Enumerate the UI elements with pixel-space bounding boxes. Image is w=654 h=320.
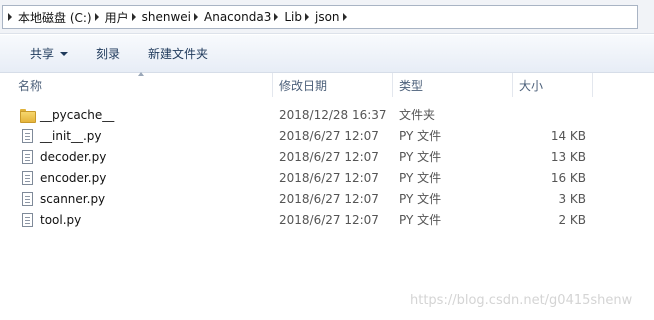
file-name: decoder.py [40,149,107,164]
file-date: 2018/6/27 12:07 [279,170,379,185]
file-name: encoder.py [40,170,107,185]
folder-icon [20,108,36,123]
file-size: 16 KB [550,170,586,185]
sort-ascending-icon [138,72,144,76]
file-name-cell: tool.py [0,212,273,227]
file-size: 14 KB [550,128,586,143]
file-name: tool.py [40,212,82,227]
file-row[interactable]: decoder.py 2018/6/27 12:07 PY 文件 13 KB [0,146,654,167]
column-header-size[interactable]: 大小 [513,73,593,97]
column-headers: 名称 修改日期 类型 大小 [0,72,654,97]
chevron-down-icon [60,51,69,56]
column-header-name-label: 名称 [18,78,43,93]
column-header-size-label: 大小 [519,78,544,93]
file-icon [22,191,33,206]
file-date: 2018/6/27 12:07 [279,149,379,164]
breadcrumb-arrow-icon[interactable] [342,13,347,21]
breadcrumb-arrow-icon[interactable] [94,13,99,21]
share-button-label: 共享 [30,47,55,61]
breadcrumb-arrow-icon[interactable] [274,13,279,21]
file-name-cell: __init__.py [0,128,273,143]
file-size: 2 KB [558,212,586,227]
file-type: PY 文件 [399,171,442,185]
breadcrumb-arrow-icon[interactable] [8,13,12,21]
address-field[interactable]: 本地磁盘 (C:) 用户 shenwei Anaconda3 Lib json [2,5,638,29]
burn-button-label: 刻录 [96,47,121,61]
file-icon [22,212,33,227]
file-name-cell: decoder.py [0,149,273,164]
file-name: __pycache__ [40,107,115,122]
column-header-date[interactable]: 修改日期 [273,73,393,97]
new-folder-button-label: 新建文件夹 [148,47,209,61]
file-name-cell: scanner.py [0,191,273,206]
breadcrumb-item-drive[interactable]: 本地磁盘 (C:) [18,9,92,26]
column-header-type-label: 类型 [399,78,424,93]
breadcrumb-item-users[interactable]: 用户 [105,9,129,26]
file-icon [22,149,33,164]
new-folder-button[interactable]: 新建文件夹 [134,35,222,73]
file-date: 2018/6/27 12:07 [279,212,379,227]
breadcrumb-item-lib[interactable]: Lib [284,10,302,24]
breadcrumb-arrow-icon[interactable] [304,13,309,21]
file-row[interactable]: __pycache__ 2018/12/28 16:37 文件夹 [0,104,654,125]
file-name: scanner.py [40,191,106,206]
breadcrumb-item-json[interactable]: json [315,10,340,24]
file-type: PY 文件 [399,213,442,227]
file-list: __pycache__ 2018/12/28 16:37 文件夹 __init_… [0,104,654,230]
file-icon [22,170,33,185]
file-date: 2018/12/28 16:37 [279,107,387,122]
column-header-name[interactable]: 名称 [0,72,273,97]
burn-button[interactable]: 刻录 [82,35,134,73]
file-name: __init__.py [40,128,102,143]
file-type: 文件夹 [399,108,436,122]
file-row[interactable]: __init__.py 2018/6/27 12:07 PY 文件 14 KB [0,125,654,146]
file-type: PY 文件 [399,129,442,143]
file-row[interactable]: scanner.py 2018/6/27 12:07 PY 文件 3 KB [0,188,654,209]
file-icon [22,128,33,143]
file-row[interactable]: encoder.py 2018/6/27 12:07 PY 文件 16 KB [0,167,654,188]
file-size: 3 KB [558,191,586,206]
breadcrumb-item-anaconda[interactable]: Anaconda3 [204,10,271,24]
share-button[interactable]: 共享 [0,35,82,73]
file-type: PY 文件 [399,150,442,164]
column-header-date-label: 修改日期 [279,78,328,93]
command-bar: 共享 刻录 新建文件夹 [0,35,654,73]
file-type: PY 文件 [399,192,442,206]
breadcrumb-arrow-icon[interactable] [194,13,199,21]
column-header-type[interactable]: 类型 [393,73,513,97]
breadcrumb-item-user[interactable]: shenwei [142,10,191,24]
file-date: 2018/6/27 12:07 [279,191,379,206]
file-row[interactable]: tool.py 2018/6/27 12:07 PY 文件 2 KB [0,209,654,230]
breadcrumb-arrow-icon[interactable] [131,13,136,21]
watermark: https://blog.csdn.net/g0415shenw [410,293,633,308]
file-name-cell: encoder.py [0,170,273,185]
address-bar: 本地磁盘 (C:) 用户 shenwei Anaconda3 Lib json [0,0,654,34]
file-name-cell: __pycache__ [0,107,273,123]
file-size: 13 KB [550,149,586,164]
file-date: 2018/6/27 12:07 [279,128,379,143]
